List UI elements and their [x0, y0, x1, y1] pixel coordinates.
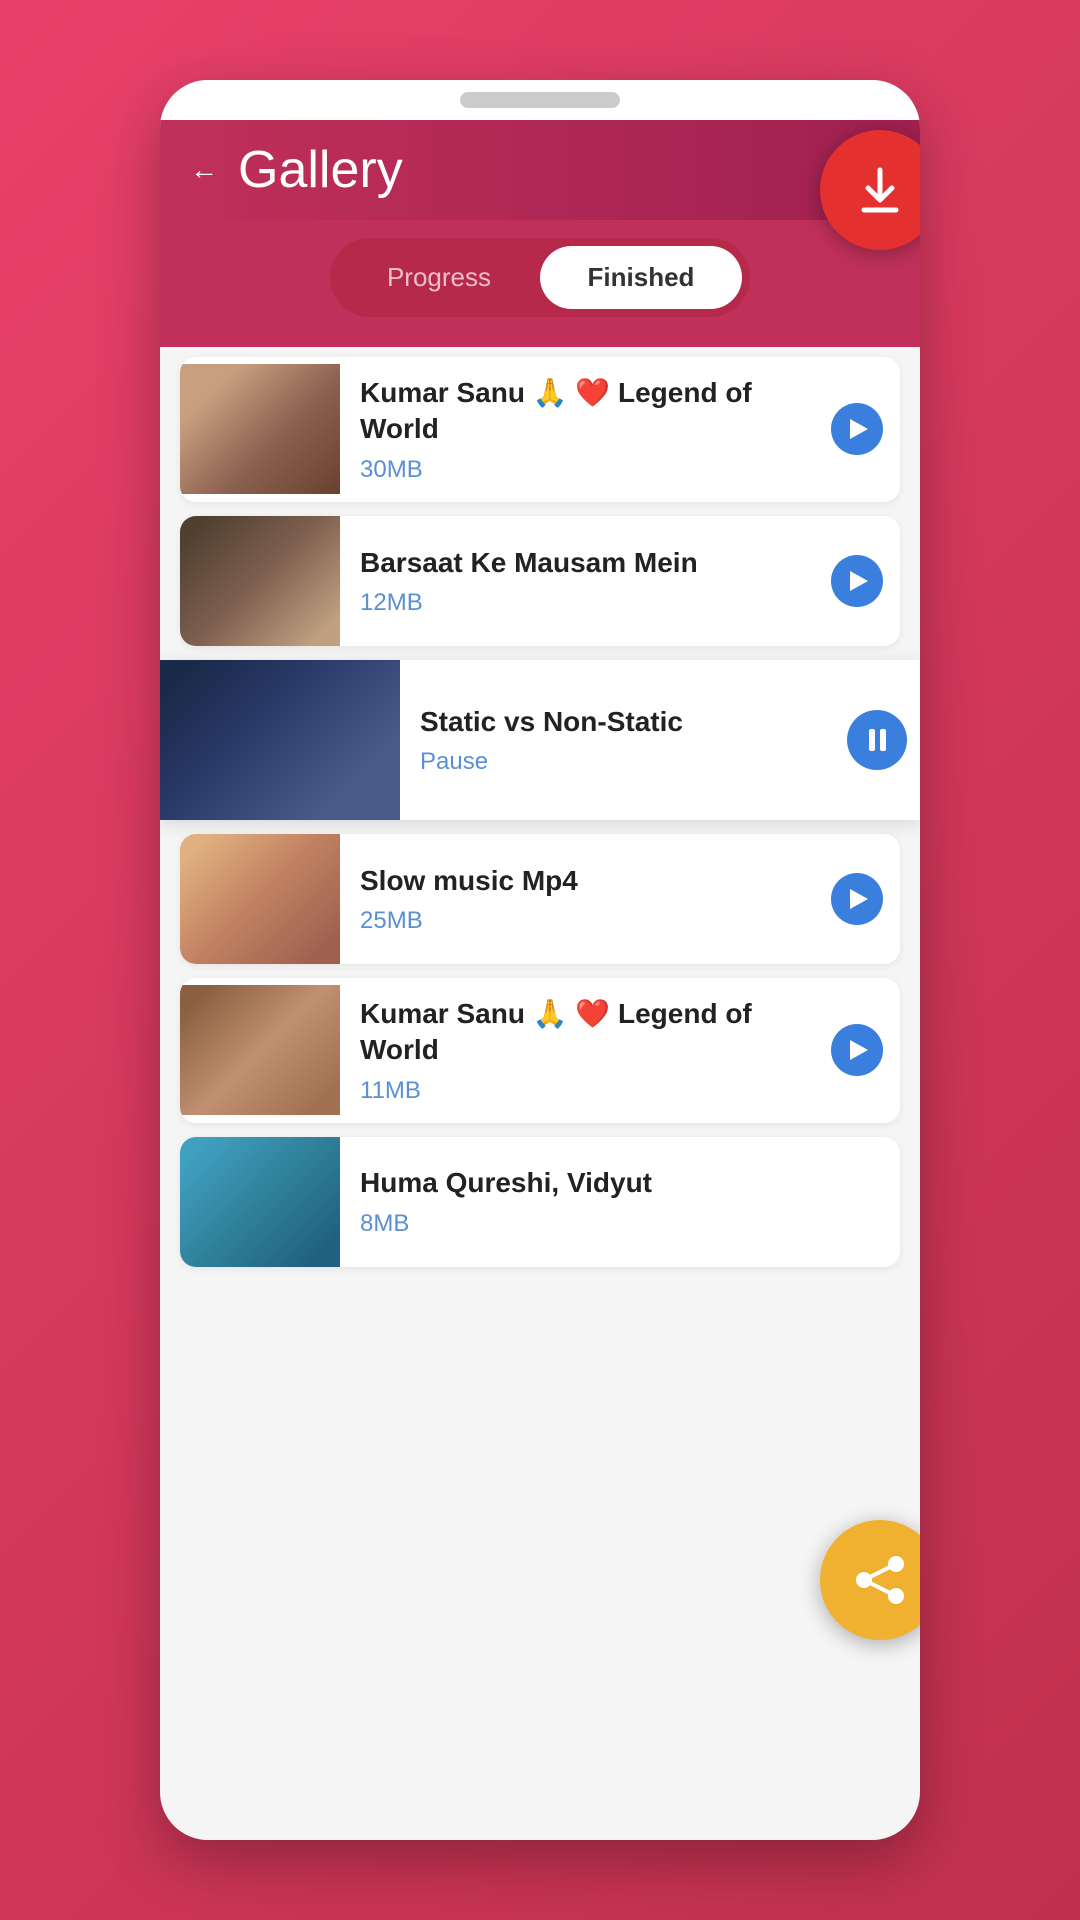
thumb-image — [180, 364, 340, 494]
list-item: Kumar Sanu 🙏 ❤️ Legend of World 11MB — [180, 978, 900, 1123]
content-area: Kumar Sanu 🙏 ❤️ Legend of World 30MB Bar… — [160, 347, 920, 1291]
media-title: Barsaat Ke Mausam Mein — [360, 545, 810, 581]
media-action — [830, 555, 900, 607]
media-size: 12MB — [360, 589, 810, 617]
thumb-image — [180, 1137, 340, 1267]
media-action — [830, 403, 900, 455]
list-item: Static vs Non-Static Pause — [160, 660, 920, 820]
media-info: Huma Qureshi, Vidyut 8MB — [340, 1147, 830, 1255]
back-button[interactable]: ← — [190, 154, 218, 186]
media-info: Kumar Sanu 🙏 ❤️ Legend of World 11MB — [340, 978, 830, 1123]
thumb-image — [180, 834, 340, 964]
media-title: Slow music Mp4 — [360, 863, 810, 899]
play-button[interactable] — [831, 1024, 883, 1076]
media-info: Slow music Mp4 25MB — [340, 845, 830, 953]
media-size: 11MB — [360, 1077, 810, 1105]
media-action — [850, 710, 920, 770]
media-thumbnail — [160, 660, 400, 820]
media-title: Kumar Sanu 🙏 ❤️ Legend of World — [360, 996, 810, 1069]
pause-bar-right — [880, 729, 886, 751]
media-title: Static vs Non-Static — [420, 704, 830, 740]
media-info: Barsaat Ke Mausam Mein 12MB — [340, 527, 830, 635]
play-button[interactable] — [831, 873, 883, 925]
media-thumbnail — [180, 834, 340, 964]
play-button[interactable] — [831, 555, 883, 607]
tab-container: Progress Finished — [330, 238, 750, 317]
play-icon — [850, 1040, 868, 1060]
list-item: Barsaat Ke Mausam Mein 12MB — [180, 516, 900, 646]
media-size: 8MB — [360, 1210, 810, 1238]
media-info: Static vs Non-Static Pause — [400, 686, 850, 794]
media-status: Pause — [420, 748, 830, 776]
play-icon — [850, 419, 868, 439]
share-icon — [850, 1550, 910, 1610]
thumb-image — [160, 660, 400, 820]
media-thumbnail — [180, 516, 340, 646]
media-size: 30MB — [360, 456, 810, 484]
media-info: Kumar Sanu 🙏 ❤️ Legend of World 30MB — [340, 357, 830, 502]
pause-button[interactable] — [847, 710, 907, 770]
status-pill — [460, 92, 620, 108]
play-icon — [850, 889, 868, 909]
media-size: 25MB — [360, 907, 810, 935]
app-header: ← Gallery — [160, 120, 920, 220]
page-title: Gallery — [238, 140, 403, 200]
pause-bar-left — [869, 729, 875, 751]
tab-bar: Progress Finished — [160, 220, 920, 347]
media-title: Kumar Sanu 🙏 ❤️ Legend of World — [360, 375, 810, 448]
list-item: Slow music Mp4 25MB — [180, 834, 900, 964]
media-action — [830, 1024, 900, 1076]
status-bar — [160, 80, 920, 120]
tab-progress[interactable]: Progress — [338, 246, 540, 309]
tab-finished[interactable]: Finished — [540, 246, 742, 309]
play-icon — [850, 571, 868, 591]
media-thumbnail — [180, 1137, 340, 1267]
list-item: Kumar Sanu 🙏 ❤️ Legend of World 30MB — [180, 357, 900, 502]
share-fab-button[interactable] — [820, 1520, 920, 1640]
download-icon — [850, 160, 910, 220]
media-title: Huma Qureshi, Vidyut — [360, 1165, 810, 1201]
thumb-image — [180, 516, 340, 646]
media-thumbnail — [180, 364, 340, 494]
pause-icon — [869, 729, 886, 751]
phone-frame: ← Gallery Progress Finished Kumar Sanu 🙏… — [160, 80, 920, 1840]
media-action — [830, 873, 900, 925]
thumb-image — [180, 985, 340, 1115]
play-button[interactable] — [831, 403, 883, 455]
media-thumbnail — [180, 985, 340, 1115]
list-item: Huma Qureshi, Vidyut 8MB — [180, 1137, 900, 1267]
